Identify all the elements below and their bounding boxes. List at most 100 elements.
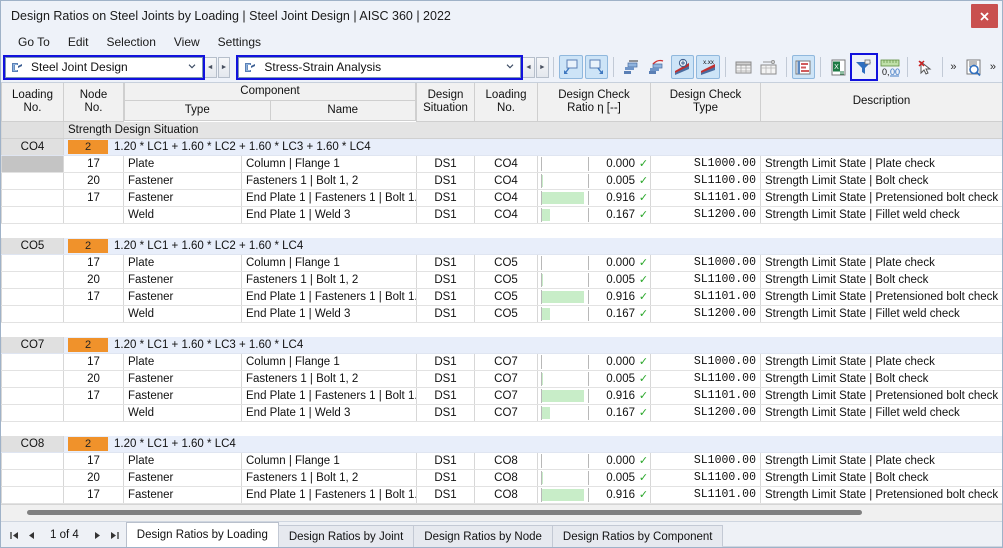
col-header-component-name[interactable]: Name xyxy=(269,100,416,121)
result-bars-button[interactable] xyxy=(791,55,816,79)
pager-next-button[interactable] xyxy=(90,526,105,544)
table-row[interactable]: 20 Fastener Fasteners 1 | Bolt 1, 2 DS1 CO5 0… xyxy=(1,271,1002,289)
col-header-loading-no-2[interactable]: Loading No. xyxy=(474,83,538,122)
row-header-loading-no[interactable]: CO8 xyxy=(1,435,64,453)
cell-design-situation: DS1 xyxy=(416,254,475,272)
load-combination-row[interactable]: CO5 2 1.20 * LC1 + 1.60 * LC2 + 1.60 * LC4 xyxy=(1,237,1002,255)
table-row[interactable]: 17 Fastener End Plate 1 | Fasteners 1 | Bo… xyxy=(1,189,1002,207)
numeric-values-button[interactable]: x.xx xyxy=(696,55,721,79)
horizontal-scrollbar-thumb[interactable] xyxy=(27,510,862,515)
row-header-cell[interactable] xyxy=(1,172,64,190)
result-diagram-button[interactable] xyxy=(670,55,695,79)
table-row[interactable]: Weld End Plate 1 | Weld 3 DS1 CO7 0.167 ✓ SL12… xyxy=(1,404,1002,422)
row-header-loading-no[interactable]: CO4 xyxy=(1,138,64,156)
table-row[interactable]: Weld End Plate 1 | Weld 3 DS1 CO4 0.167 ✓ SL12… xyxy=(1,206,1002,224)
table-row[interactable]: 17 Plate Column | Flange 1 DS1 CO4 0.000 ✓ SL10… xyxy=(1,155,1002,173)
pager-prev-button[interactable] xyxy=(24,526,39,544)
table-row[interactable]: 20 Fastener Fasteners 1 | Bolt 1, 2 DS1 CO4 0… xyxy=(1,172,1002,190)
load-combination-row[interactable]: CO4 2 1.20 * LC1 + 1.60 * LC2 + 1.60 * LC3… xyxy=(1,138,1002,156)
row-header-cell[interactable] xyxy=(1,254,64,272)
row-header-cell[interactable] xyxy=(1,206,64,224)
cell-design-situation: DS1 xyxy=(416,206,475,224)
cell-description: Strength Limit State | Plate check xyxy=(760,353,1002,371)
cell-component-type: Weld xyxy=(123,404,242,422)
load-combination-row[interactable]: CO7 2 1.20 * LC1 + 1.60 * LC3 + 1.60 * LC4 xyxy=(1,336,1002,354)
tab-design-ratios-by-node[interactable]: Design Ratios by Node xyxy=(413,525,553,547)
toolbar-overflow2-button[interactable]: » xyxy=(986,55,1000,79)
design-ratio-value: 0.005 xyxy=(606,174,635,187)
internal-forces-icon xyxy=(623,60,638,74)
filter-button[interactable] xyxy=(850,53,878,81)
table-row[interactable]: 17 Fastener End Plate 1 | Fasteners 1 | Bo… xyxy=(1,288,1002,306)
table-row[interactable]: Weld End Plate 1 | Weld 3 DS1 CO5 0.167 ✓ SL12… xyxy=(1,305,1002,323)
spacer-cell xyxy=(63,421,1002,436)
col-header-design-situation[interactable]: Design Situation xyxy=(416,83,475,122)
analysis-next-button[interactable]: ► xyxy=(535,56,549,78)
row-header-cell[interactable] xyxy=(1,305,64,323)
col-header-design-situation-l1: Design xyxy=(427,88,464,101)
module-prev-button[interactable]: ◄ xyxy=(203,56,217,78)
close-button[interactable] xyxy=(971,4,998,28)
load-combination-row[interactable]: CO8 2 1.20 * LC1 + 1.60 * LC4 xyxy=(1,435,1002,453)
table-row[interactable]: 20 Fastener Fasteners 1 | Bolt 1, 2 DS1 CO8 0… xyxy=(1,469,1002,487)
row-header-loading-no[interactable]: CO5 xyxy=(1,237,64,255)
next-view-button[interactable] xyxy=(584,55,609,79)
row-header-cell[interactable] xyxy=(1,387,64,405)
table-row[interactable]: 20 Fastener Fasteners 1 | Bolt 1, 2 DS1 CO7 0… xyxy=(1,370,1002,388)
toolbar-overflow-button[interactable]: » xyxy=(947,55,961,79)
module-combobox[interactable]: Steel Joint Design xyxy=(3,54,205,80)
cell-component-type: Plate xyxy=(123,353,242,371)
col-header-description[interactable]: Description xyxy=(760,83,1002,122)
tab-design-ratios-by-joint[interactable]: Design Ratios by Joint xyxy=(277,525,415,547)
horizontal-scrollbar[interactable] xyxy=(1,504,1002,521)
row-header-cell[interactable] xyxy=(1,155,64,173)
pager-last-button[interactable] xyxy=(107,526,122,544)
menu-item-view[interactable]: View xyxy=(165,34,209,50)
table-row[interactable]: 17 Plate Column | Flange 1 DS1 CO5 0.000 ✓ SL10… xyxy=(1,254,1002,272)
results-grid[interactable]: Loading No. Node No. Component Type Name xyxy=(1,83,1002,504)
tab-design-ratios-by-component[interactable]: Design Ratios by Component xyxy=(551,525,724,547)
menu-item-selection[interactable]: Selection xyxy=(98,34,165,50)
col-header-loading-no-l1: Loading xyxy=(12,88,53,101)
table-row[interactable]: 17 Plate Column | Flange 1 DS1 CO7 0.000 ✓ SL10… xyxy=(1,353,1002,371)
export-excel-button[interactable]: X xyxy=(826,55,850,79)
previous-view-button[interactable] xyxy=(558,55,583,79)
row-header-cell[interactable] xyxy=(1,189,64,207)
analysis-combobox[interactable]: Stress-Strain Analysis xyxy=(236,54,524,80)
internal-forces-button[interactable] xyxy=(619,55,643,79)
col-header-design-check-ratio[interactable]: Design Check Ratio η [--] xyxy=(537,83,651,122)
decimal-places-button[interactable]: 0, 00 xyxy=(878,55,902,79)
col-header-loading-no[interactable]: Loading No. xyxy=(1,83,64,122)
row-header-loading-no[interactable]: CO7 xyxy=(1,336,64,354)
module-next-button[interactable]: ► xyxy=(217,56,231,78)
row-header-cell[interactable] xyxy=(1,121,64,139)
row-header-cell[interactable] xyxy=(1,353,64,371)
deformations-button[interactable] xyxy=(645,55,669,79)
menu-item-settings[interactable]: Settings xyxy=(209,34,270,50)
row-header-cell[interactable] xyxy=(1,452,64,470)
tab-design-ratios-by-loading[interactable]: Design Ratios by Loading xyxy=(125,522,279,547)
table-row[interactable]: 17 Fastener End Plate 1 | Fasteners 1 | Bo… xyxy=(1,387,1002,405)
table-all-button[interactable] xyxy=(731,55,755,79)
table-row[interactable]: 17 Fastener End Plate 1 | Fasteners 1 | Bo… xyxy=(1,486,1002,504)
clear-selection-button[interactable] xyxy=(913,55,937,79)
row-header-cell[interactable] xyxy=(1,370,64,388)
menu-item-edit[interactable]: Edit xyxy=(59,34,98,50)
table-row[interactable]: 17 Plate Column | Flange 1 DS1 CO8 0.000 ✓ SL10… xyxy=(1,452,1002,470)
row-header-cell[interactable] xyxy=(1,404,64,422)
menu-item-goto[interactable]: Go To xyxy=(9,34,59,50)
cell-design-check-type: SL1100.00 xyxy=(650,469,761,487)
table-filtered-button[interactable] xyxy=(757,55,781,79)
find-button[interactable] xyxy=(961,55,985,79)
row-header-cell[interactable] xyxy=(1,469,64,487)
col-header-component-type[interactable]: Type xyxy=(124,100,271,121)
col-header-design-check-type[interactable]: Design Check Type xyxy=(650,83,761,122)
pager-first-button[interactable] xyxy=(7,526,22,544)
col-header-node-no[interactable]: Node No. xyxy=(63,83,124,122)
row-header-cell[interactable] xyxy=(1,288,64,306)
row-header-cell[interactable] xyxy=(1,271,64,289)
row-header-cell[interactable] xyxy=(1,486,64,504)
analysis-prev-button[interactable]: ◄ xyxy=(522,56,535,78)
col-header-design-check-type-l1: Design Check xyxy=(669,88,742,101)
cell-design-check-ratio: 0.005 ✓ xyxy=(537,172,651,190)
